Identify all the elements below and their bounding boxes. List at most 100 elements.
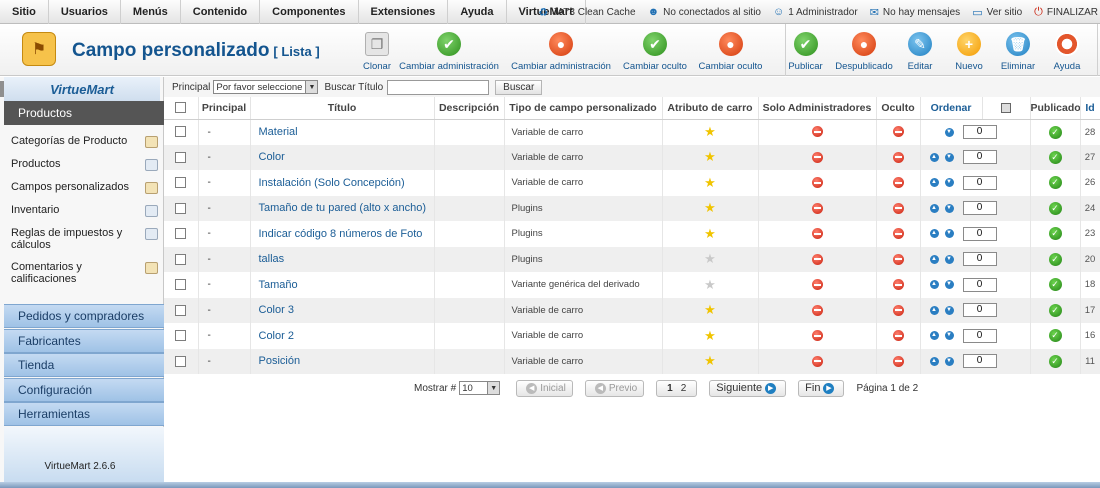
sidebar-item-1[interactable]: Productos — [4, 158, 164, 171]
row-admin-only-toggle[interactable] — [758, 246, 877, 272]
row-cart-attribute[interactable]: ★ — [662, 119, 759, 145]
move-down-icon[interactable]: ▼ — [944, 127, 954, 137]
move-up-icon[interactable]: ▲ — [929, 280, 939, 290]
help-button[interactable]: Ayuda — [1047, 24, 1087, 76]
row-cart-attribute[interactable]: ★ — [662, 297, 759, 323]
menu-componentes[interactable]: Componentes — [260, 0, 359, 24]
row-admin-only-toggle[interactable] — [758, 323, 877, 349]
status-item-3[interactable]: ✉ No hay mensajes — [870, 6, 960, 19]
row-select-checkbox[interactable] — [164, 348, 199, 374]
row-cart-attribute[interactable]: ★ — [662, 195, 759, 221]
row-published-toggle[interactable]: ✓ — [1030, 323, 1081, 349]
page-2-link[interactable]: 2 — [681, 383, 687, 394]
move-down-icon[interactable]: ▼ — [944, 254, 954, 264]
row-hidden-toggle[interactable] — [876, 195, 921, 221]
sidebar-section-2[interactable]: Tienda — [4, 353, 164, 378]
row-select-checkbox[interactable] — [164, 195, 199, 221]
clone-button[interactable]: ❐ Clonar — [362, 24, 392, 76]
row-select-checkbox[interactable] — [164, 297, 199, 323]
row-admin-only-toggle[interactable] — [758, 170, 877, 196]
unpublish-button[interactable]: ● Despublicado — [835, 24, 893, 76]
row-cart-attribute[interactable]: ★ — [662, 170, 759, 196]
row-select-checkbox[interactable] — [164, 246, 199, 272]
menu-menus[interactable]: Menús — [121, 0, 181, 24]
row-admin-only-toggle[interactable] — [758, 297, 877, 323]
sidebar-item-2[interactable]: Campos personalizados — [4, 181, 164, 194]
menu-sitio[interactable]: Sitio — [0, 0, 49, 24]
menu-extensiones[interactable]: Extensiones — [359, 0, 449, 24]
last-page-button[interactable]: Fin ▶ — [798, 379, 845, 397]
row-admin-only-toggle[interactable] — [758, 221, 877, 247]
delete-button[interactable]: 🗑 Eliminar — [997, 24, 1039, 76]
row-hidden-toggle[interactable] — [876, 348, 921, 374]
row-order-input[interactable]: 0 — [962, 125, 997, 139]
select-all-checkbox[interactable] — [164, 97, 199, 120]
move-up-icon[interactable]: ▲ — [929, 152, 939, 162]
row-published-toggle[interactable]: ✓ — [1030, 297, 1081, 323]
row-admin-only-toggle[interactable] — [758, 348, 877, 374]
parent-filter-select[interactable]: Por favor seleccione ▼ — [213, 80, 319, 94]
row-published-toggle[interactable]: ✓ — [1030, 119, 1081, 145]
menu-ayuda[interactable]: Ayuda — [448, 0, 507, 24]
move-down-icon[interactable]: ▼ — [944, 178, 954, 188]
row-order-input[interactable]: 0 — [962, 328, 997, 343]
row-admin-only-toggle[interactable] — [758, 272, 877, 298]
move-up-icon[interactable]: ▲ — [929, 203, 939, 213]
move-up-icon[interactable]: ▲ — [929, 331, 939, 341]
row-hidden-toggle[interactable] — [876, 221, 921, 247]
first-page-button[interactable]: ◀ Inicial — [516, 379, 573, 397]
move-up-icon[interactable]: ▲ — [929, 229, 939, 239]
new-button[interactable]: + Nuevo — [949, 24, 989, 76]
status-item-5[interactable]: ⏻ FINALIZAR — [1034, 6, 1098, 19]
status-item-0[interactable]: ♻ JAT3 Clean Cache — [538, 6, 635, 19]
row-cart-attribute[interactable]: ★ — [662, 144, 759, 170]
row-title-link[interactable]: Posición — [250, 348, 435, 374]
row-title-link[interactable]: Instalación (Solo Concepción) — [250, 170, 435, 196]
move-down-icon[interactable]: ▼ — [944, 280, 954, 290]
row-hidden-toggle[interactable] — [876, 170, 921, 196]
sidebar-item-3[interactable]: Inventario — [4, 204, 164, 217]
status-item-2[interactable]: ☺ 1 Administrador — [773, 6, 858, 18]
sidebar-section-productos[interactable]: Productos — [4, 101, 164, 125]
publish-button[interactable]: ✔ Publicar — [785, 24, 825, 76]
row-select-checkbox[interactable] — [164, 119, 199, 145]
sidebar-section-1[interactable]: Fabricantes — [4, 328, 164, 353]
row-order-input[interactable]: 0 — [962, 252, 997, 267]
row-published-toggle[interactable]: ✓ — [1030, 144, 1081, 170]
move-down-icon[interactable]: ▼ — [944, 331, 954, 341]
show-count-select[interactable]: 10 ▼ — [459, 381, 501, 395]
sidebar-section-3[interactable]: Configuración — [4, 377, 164, 402]
row-published-toggle[interactable]: ✓ — [1030, 170, 1081, 196]
row-hidden-toggle[interactable] — [876, 297, 921, 323]
row-hidden-toggle[interactable] — [876, 272, 921, 298]
edit-button[interactable]: ✎ Editar — [901, 24, 939, 76]
toggle-admin-off-button[interactable]: ● Cambiar administración — [506, 24, 616, 76]
row-hidden-toggle[interactable] — [876, 246, 921, 272]
row-admin-only-toggle[interactable] — [758, 195, 877, 221]
move-up-icon[interactable]: ▲ — [929, 305, 939, 315]
move-up-icon[interactable]: ▲ — [929, 254, 939, 264]
row-select-checkbox[interactable] — [164, 221, 199, 247]
sidebar-section-0[interactable]: Pedidos y compradores — [4, 304, 164, 328]
row-title-link[interactable]: Tamaño de tu pared (alto x ancho) — [250, 195, 435, 221]
move-up-icon[interactable]: ▲ — [929, 178, 939, 188]
row-cart-attribute[interactable]: ★ — [662, 323, 759, 349]
row-title-link[interactable]: Color 3 — [250, 297, 435, 323]
row-published-toggle[interactable]: ✓ — [1030, 272, 1081, 298]
row-order-input[interactable]: 0 — [962, 175, 997, 190]
prev-page-button[interactable]: ◀ Previo — [584, 379, 645, 397]
row-admin-only-toggle[interactable] — [758, 119, 877, 145]
row-order-input[interactable]: 0 — [962, 201, 997, 216]
toggle-hidden-off-button[interactable]: ● Cambiar oculto — [694, 24, 767, 76]
row-title-link[interactable]: Indicar código 8 números de Foto — [250, 221, 435, 247]
row-select-checkbox[interactable] — [164, 272, 199, 298]
row-cart-attribute[interactable]: ★ — [662, 246, 759, 272]
row-order-input[interactable]: 0 — [962, 226, 997, 241]
menu-contenido[interactable]: Contenido — [181, 0, 261, 24]
row-title-link[interactable]: tallas — [250, 246, 435, 272]
row-order-input[interactable]: 0 — [962, 150, 997, 165]
row-cart-attribute[interactable]: ★ — [662, 348, 759, 374]
row-cart-attribute[interactable]: ★ — [662, 272, 759, 298]
move-down-icon[interactable]: ▼ — [944, 356, 954, 366]
row-select-checkbox[interactable] — [164, 170, 199, 196]
